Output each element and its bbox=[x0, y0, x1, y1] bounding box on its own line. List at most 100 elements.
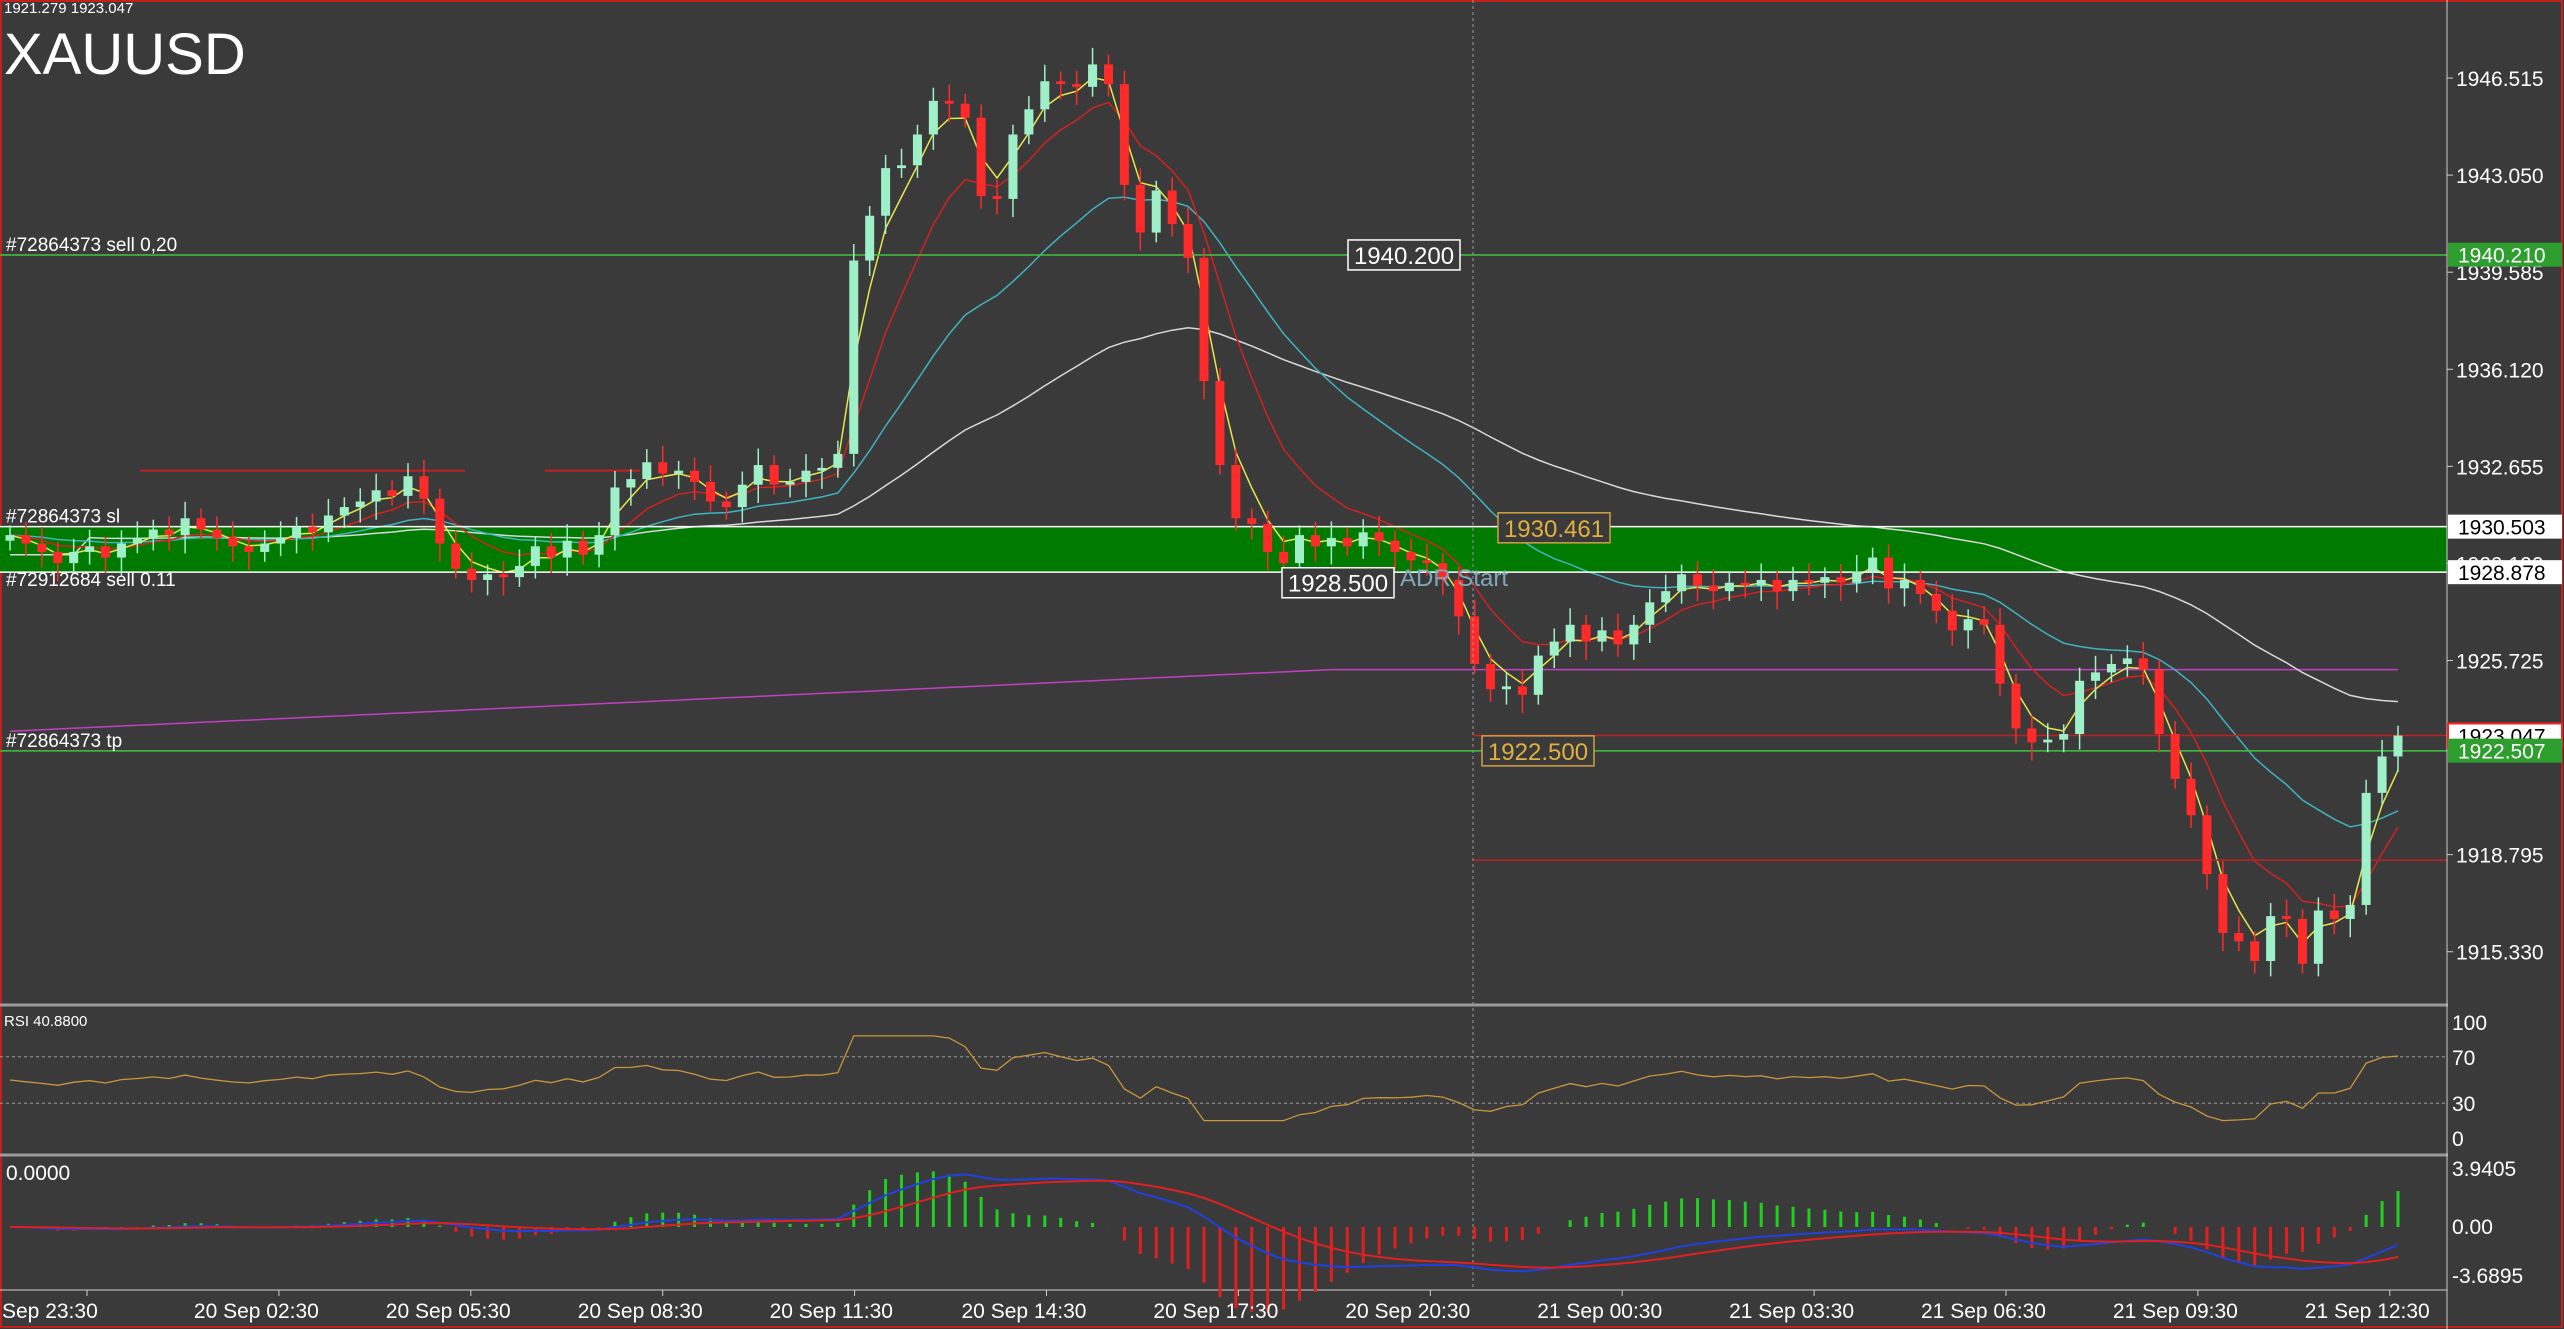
candle-body bbox=[53, 551, 63, 564]
candle-body bbox=[1167, 190, 1177, 225]
candle-body bbox=[721, 501, 731, 508]
candle-body bbox=[1836, 577, 1846, 583]
candle-body bbox=[323, 515, 333, 533]
candle-body bbox=[658, 462, 668, 474]
candle-body bbox=[1772, 579, 1782, 592]
candle-body bbox=[403, 476, 413, 496]
candle-body bbox=[610, 487, 620, 536]
candle-body bbox=[1231, 465, 1241, 519]
candle-body bbox=[912, 134, 922, 166]
candle-body bbox=[1852, 571, 1862, 583]
candle-body bbox=[1756, 579, 1766, 586]
candle-body bbox=[2377, 756, 2387, 793]
candle-body bbox=[1995, 624, 2005, 684]
candle-body bbox=[196, 518, 206, 530]
candle-body bbox=[2313, 910, 2323, 964]
candle-body bbox=[785, 481, 795, 485]
candle-body bbox=[1501, 686, 1511, 690]
candle-body bbox=[865, 215, 875, 261]
price-tick-label: 1946.515 bbox=[2456, 68, 2544, 91]
candle-body bbox=[1119, 84, 1129, 185]
candle-body bbox=[1422, 560, 1432, 564]
candle-body bbox=[164, 529, 174, 536]
candle-body bbox=[2234, 932, 2244, 942]
rsi-axis-label: 0 bbox=[2452, 1128, 2464, 1151]
candle-body bbox=[1804, 579, 1814, 583]
price-box-text: 1940.200 bbox=[1354, 243, 1454, 270]
candle-body bbox=[1215, 381, 1225, 466]
candle-body bbox=[2297, 918, 2307, 964]
candle-body bbox=[817, 467, 827, 471]
macd-title: 0.0000 bbox=[6, 1162, 70, 1185]
candle-body bbox=[1613, 630, 1623, 645]
candle-body bbox=[1088, 64, 1098, 87]
candle-body bbox=[1247, 518, 1257, 524]
candle-body bbox=[642, 462, 652, 480]
candle-body bbox=[2154, 669, 2164, 735]
candle-body bbox=[116, 543, 126, 558]
macd-axis-label: -3.6895 bbox=[2452, 1265, 2523, 1288]
candle-body bbox=[1947, 610, 1957, 631]
trade-line-label: #72864373 tp bbox=[6, 731, 122, 752]
trading-chart[interactable]: #72864373 sell 0,20 #72864373 sl #72912684… bbox=[0, 0, 2564, 1329]
candle-body bbox=[2075, 680, 2085, 735]
candle-body bbox=[1677, 574, 1687, 592]
candle-body bbox=[1406, 551, 1416, 561]
candle-body bbox=[1549, 641, 1559, 656]
candle-body bbox=[5, 535, 15, 541]
candle-body bbox=[2250, 941, 2260, 961]
time-tick-label: Sep 23:30 bbox=[2, 1300, 98, 1323]
time-tick-label: 21 Sep 06:30 bbox=[1921, 1300, 2046, 1323]
adr-start-label: ADR Start bbox=[1400, 565, 1508, 592]
candle-body bbox=[546, 546, 556, 558]
candle-body bbox=[1899, 579, 1909, 589]
candle-body bbox=[2266, 916, 2276, 961]
candle-body bbox=[1183, 224, 1193, 258]
candle-body bbox=[1788, 579, 1798, 592]
candle-body bbox=[1565, 624, 1575, 642]
candle-body bbox=[1135, 184, 1145, 233]
candle-body bbox=[562, 540, 572, 558]
candle-body bbox=[180, 518, 190, 536]
candle-body bbox=[2170, 734, 2180, 779]
time-tick-label: 20 Sep 14:30 bbox=[962, 1300, 1087, 1323]
rsi-axis-label: 30 bbox=[2452, 1093, 2475, 1116]
candle-body bbox=[2091, 672, 2101, 681]
price-tag-label: 1940.210 bbox=[2458, 245, 2546, 268]
price-tick-label: 1915.330 bbox=[2456, 942, 2544, 965]
candle-body bbox=[514, 565, 524, 578]
candle-body bbox=[944, 100, 954, 104]
candle-body bbox=[355, 501, 365, 508]
candle-body bbox=[499, 574, 509, 578]
candle-body bbox=[2122, 658, 2132, 664]
candle-body bbox=[2027, 728, 2037, 743]
candle-body bbox=[753, 465, 763, 485]
candle-body bbox=[2106, 663, 2116, 673]
candle-body bbox=[833, 453, 843, 468]
price-tick-label: 1943.050 bbox=[2456, 165, 2544, 188]
macd-axis-label: 0.00 bbox=[2452, 1216, 2493, 1239]
time-tick-label: 21 Sep 09:30 bbox=[2113, 1300, 2238, 1323]
candle-body bbox=[1724, 582, 1734, 592]
candle-body bbox=[1645, 602, 1655, 625]
candle-body bbox=[594, 535, 604, 555]
candle-body bbox=[2059, 734, 2069, 740]
time-tick-label: 20 Sep 08:30 bbox=[578, 1300, 703, 1323]
price-tick-label: 1918.795 bbox=[2456, 845, 2544, 868]
candle-body bbox=[1486, 663, 1496, 690]
candle-body bbox=[132, 537, 142, 544]
candle-body bbox=[1581, 624, 1591, 642]
candle-body bbox=[1024, 109, 1034, 135]
candle-body bbox=[1820, 577, 1830, 583]
candle-body bbox=[101, 546, 111, 558]
price-tag-label: 1922.507 bbox=[2458, 741, 2546, 764]
price-tick-label: 1936.120 bbox=[2456, 359, 2544, 382]
candle-body bbox=[1693, 574, 1703, 586]
candle-body bbox=[1979, 619, 1989, 625]
candle-body bbox=[21, 535, 31, 544]
candle-body bbox=[960, 103, 970, 118]
price-box-text: 1922.500 bbox=[1488, 739, 1588, 766]
candle-body bbox=[1263, 523, 1273, 552]
candle-body bbox=[1295, 535, 1305, 564]
candle-body bbox=[897, 165, 907, 169]
